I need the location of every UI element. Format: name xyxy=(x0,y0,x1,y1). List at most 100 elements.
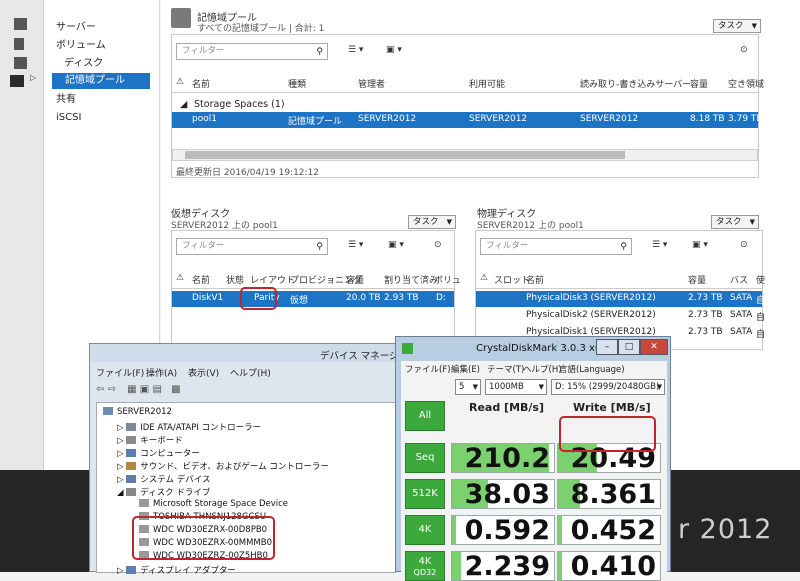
pdisk-task-button[interactable]: タスク ▼ xyxy=(711,215,759,229)
tree-node-computer[interactable]: SERVER2012 xyxy=(103,407,172,417)
pool-filter-input[interactable]: フィルター ⚲ xyxy=(176,43,328,60)
dm-menu-help[interactable]: ヘルプ(H) xyxy=(230,366,271,379)
vdisk-cell-provisioning: 仮想 xyxy=(290,296,309,306)
pool-col-name[interactable]: 名前 xyxy=(192,77,210,90)
all-button[interactable]: All xyxy=(405,401,445,431)
local-server-icon[interactable] xyxy=(14,38,24,50)
list-view-menu-icon[interactable]: ☰ ▾ xyxy=(348,240,363,250)
chevron-down-icon: ▼ xyxy=(446,218,452,226)
tree-node-system[interactable]: ▷ システム デバイス xyxy=(117,473,210,485)
pool-col-type[interactable]: 種類 xyxy=(288,77,306,90)
close-icon[interactable]: ✕ xyxy=(640,339,668,355)
pool-row[interactable]: pool1 記憶域プール SERVER2012 SERVER2012 SERVE… xyxy=(172,112,763,128)
vdisk-col-name[interactable]: 名前 xyxy=(192,273,210,286)
cdm-menu-theme[interactable]: テーマ(T) xyxy=(487,363,524,375)
benchmark-sublabel: QD32 xyxy=(413,568,437,577)
nav-item-storage-pools[interactable]: 記憶域プール xyxy=(52,73,150,89)
collapse-icon[interactable]: ⊙ xyxy=(740,45,748,55)
vdisk-col-allocated[interactable]: 割り当て済み xyxy=(384,273,438,286)
maximize-icon[interactable]: □ xyxy=(618,339,640,355)
device-icon[interactable]: ▩ xyxy=(171,384,180,395)
pool-col-rw-server[interactable]: 読み取り-書き込みサーバー xyxy=(580,77,691,90)
benchmark-1-button[interactable]: Seq xyxy=(405,443,445,473)
pool-cell-available: SERVER2012 xyxy=(469,114,528,124)
minimize-icon[interactable]: – xyxy=(596,339,618,355)
count-select[interactable]: 5 ▼ xyxy=(455,379,481,395)
cdm-menu-language[interactable]: 言語(Language) xyxy=(559,363,625,375)
all-servers-icon[interactable] xyxy=(14,57,27,69)
pdisk-cell-name: PhysicalDisk3 (SERVER2012) xyxy=(526,293,656,303)
pool-horizontal-scrollbar[interactable] xyxy=(172,149,758,161)
help-icon[interactable]: ▣ xyxy=(140,384,149,395)
pool-task-button[interactable]: タスク ▼ xyxy=(713,19,761,33)
write-value: 8.361 xyxy=(570,479,656,509)
tree-node-sound[interactable]: ▷ サウンド、ビデオ、およびゲーム コントローラー xyxy=(117,460,329,472)
nav-item-disks[interactable]: ディスク xyxy=(64,56,103,72)
expand-arrow-icon[interactable]: ▷ xyxy=(30,73,36,82)
cdm-menu-edit[interactable]: 編集(E) xyxy=(451,363,480,375)
pdisk-col-slot[interactable]: スロット xyxy=(494,273,530,286)
pdisk-col-capacity[interactable]: 容量 xyxy=(688,273,706,286)
pool-col-free[interactable]: 空き領域 xyxy=(728,77,764,90)
vdisk-task-label: タスク xyxy=(413,217,439,227)
tree-node-display[interactable]: ▷ ディスプレイ アダプター xyxy=(117,564,236,576)
benchmark-3-button[interactable]: 4K xyxy=(405,515,445,545)
nav-item-iscsi[interactable]: iSCSI xyxy=(56,110,81,126)
benchmark-4-button[interactable]: 4K QD32 xyxy=(405,551,445,581)
vdisk-col-volume[interactable]: ボリュ xyxy=(434,273,461,286)
read-value: 210.2 xyxy=(464,443,550,473)
tree-node-ide[interactable]: ▷ IDE ATA/ATAPI コントローラー xyxy=(117,421,261,433)
collapse-icon[interactable]: ⊙ xyxy=(434,240,442,250)
dashboard-icon[interactable] xyxy=(14,18,27,30)
save-view-menu-icon[interactable]: ▣ ▾ xyxy=(386,45,402,55)
scan-hardware-icon[interactable]: ▤ xyxy=(152,384,161,395)
tree-node-disk-drives[interactable]: ◢ ディスク ドライブ xyxy=(117,486,210,498)
back-arrow-icon[interactable]: ⇦ xyxy=(96,384,104,395)
cdm-titlebar[interactable]: CrystalDiskMark 3.0.3 x64 – □ ✕ xyxy=(396,337,670,361)
vdisk-filter-input[interactable]: フィルター ⚲ xyxy=(176,238,328,255)
file-storage-icon[interactable] xyxy=(10,75,24,87)
pdisk-row[interactable]: PhysicalDisk2 (SERVER2012) 2.73 TB SATA … xyxy=(476,308,765,324)
pdisk-cell-bus: SATA xyxy=(730,310,753,320)
tree-node-disk[interactable]: Microsoft Storage Space Device xyxy=(139,499,288,509)
size-select[interactable]: 1000MB ▼ xyxy=(485,379,547,395)
vdisk-task-button[interactable]: タスク ▼ xyxy=(408,215,456,229)
nav-item-servers[interactable]: サーバー xyxy=(56,20,96,36)
pdisk-row[interactable]: PhysicalDisk3 (SERVER2012) 2.73 TB SATA … xyxy=(476,291,766,307)
cdm-menu-help[interactable]: ヘルプ(H) xyxy=(523,363,562,375)
device-manager-titlebar[interactable]: デバイス マネージャ xyxy=(90,344,408,362)
dm-menu-action[interactable]: 操作(A) xyxy=(146,366,177,379)
pdisk-cell-usage: 自 xyxy=(756,296,766,306)
pdisk-col-bus[interactable]: バス xyxy=(730,273,748,286)
forward-arrow-icon[interactable]: ⇨ xyxy=(108,384,116,395)
pool-group-row[interactable]: ◢ Storage Spaces (1) xyxy=(180,97,740,113)
pdisk-filter-input[interactable]: フィルター ⚲ xyxy=(480,238,632,255)
vdisk-col-capacity[interactable]: 容量 xyxy=(346,273,364,286)
vdisk-col-layout[interactable]: レイアウト xyxy=(250,273,295,286)
properties-icon[interactable]: ▦ xyxy=(127,384,136,395)
pool-col-available[interactable]: 利用可能 xyxy=(469,77,505,90)
dm-menu-view[interactable]: 表示(V) xyxy=(188,366,219,379)
dm-menu-file[interactable]: ファイル(F) xyxy=(96,366,144,379)
save-view-menu-icon[interactable]: ▣ ▾ xyxy=(692,240,708,250)
list-view-menu-icon[interactable]: ☰ ▾ xyxy=(652,240,667,250)
benchmark-2-button[interactable]: 512K xyxy=(405,479,445,509)
vdisk-col-status[interactable]: 状態 xyxy=(226,273,244,286)
list-view-menu-icon[interactable]: ☰ ▾ xyxy=(348,45,363,55)
drive-select[interactable]: D: 15% (2999/20480GB) ▼ xyxy=(551,379,665,395)
tree-node-keyboard[interactable]: ▷ キーボード xyxy=(117,434,183,446)
nav-item-shares[interactable]: 共有 xyxy=(56,92,76,108)
pdisk-col-usage[interactable]: 使 xyxy=(756,273,765,286)
search-icon: ⚲ xyxy=(316,242,323,252)
collapse-icon[interactable]: ⊙ xyxy=(740,240,748,250)
pool-col-capacity[interactable]: 容量 xyxy=(690,77,708,90)
scrollbar-thumb[interactable] xyxy=(185,151,625,159)
tree-node-computer-cat[interactable]: ▷ コンピューター xyxy=(117,447,200,459)
pool-col-manager[interactable]: 管理者 xyxy=(358,77,385,90)
pdisk-col-name[interactable]: 名前 xyxy=(526,273,544,286)
save-view-menu-icon[interactable]: ▣ ▾ xyxy=(388,240,404,250)
vdisk-row[interactable]: DiskV1 Parity 仮想 20.0 TB 2.93 TB D: xyxy=(172,291,454,307)
write-header: Write [MB/s] xyxy=(573,401,651,414)
cdm-menu-file[interactable]: ファイル(F) xyxy=(405,363,451,375)
nav-item-volumes[interactable]: ボリューム xyxy=(56,38,106,54)
